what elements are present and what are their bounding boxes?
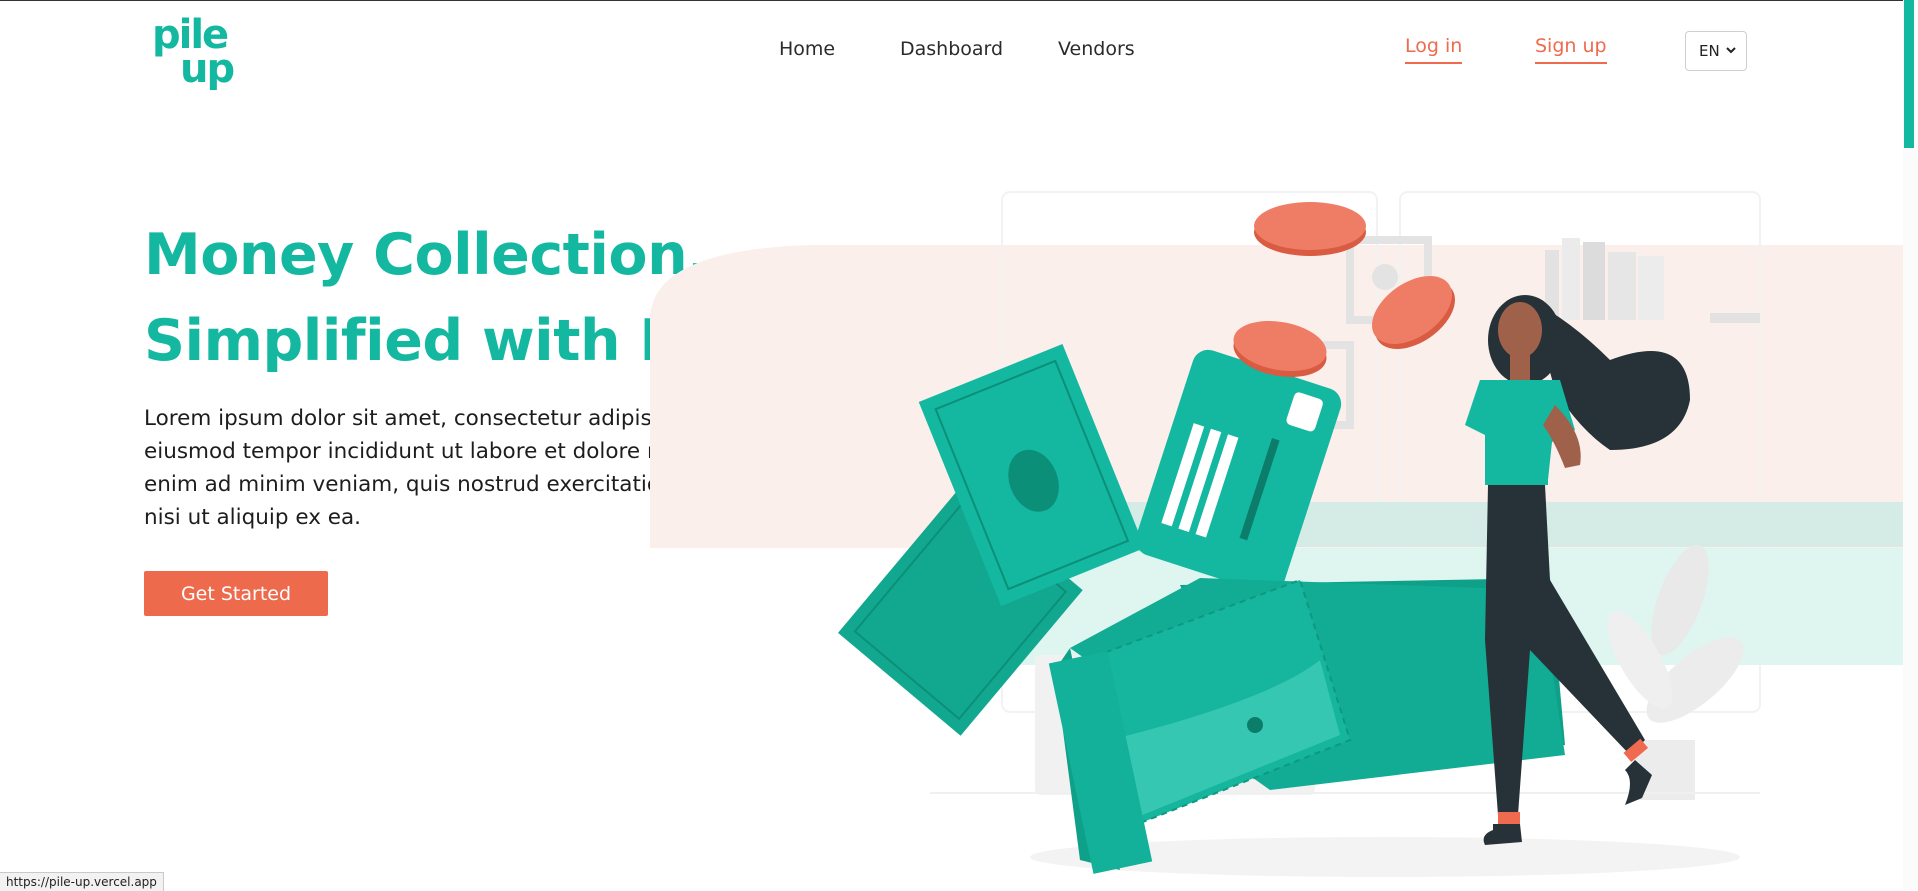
nav-home-link[interactable]: Home [779,38,835,60]
left-cuff [1498,812,1520,824]
book-3 [1583,242,1605,320]
scrollbar-thumb[interactable] [1904,0,1914,148]
face [1498,302,1542,358]
wallet-button [1247,717,1263,733]
status-bar-url: https://pile-up.vercel.app [0,872,164,891]
signup-link[interactable]: Sign up [1535,35,1607,64]
pileup-logo[interactable]: pile up [150,10,260,90]
nav-dashboard-link[interactable]: Dashboard [900,38,1003,60]
get-started-button[interactable]: Get Started [144,571,328,616]
nav-vendors-link[interactable]: Vendors [1058,38,1135,60]
book-2 [1562,238,1580,320]
logo-bottom-text: up [180,46,233,90]
neck [1510,355,1530,380]
book-4 [1608,252,1636,320]
frame-1-dot [1372,264,1398,290]
chevron-down-icon [1726,47,1736,54]
book-5 [1638,256,1664,320]
coin-top [1254,202,1366,256]
language-select[interactable]: EN [1685,31,1747,71]
shelf-piece [1710,313,1760,323]
login-link[interactable]: Log in [1405,35,1463,64]
hero-illustration [650,191,1918,877]
belt [1485,475,1548,485]
window-top-border [0,0,1918,1]
language-selected-value: EN [1699,42,1720,60]
left-shoe [1483,824,1522,845]
